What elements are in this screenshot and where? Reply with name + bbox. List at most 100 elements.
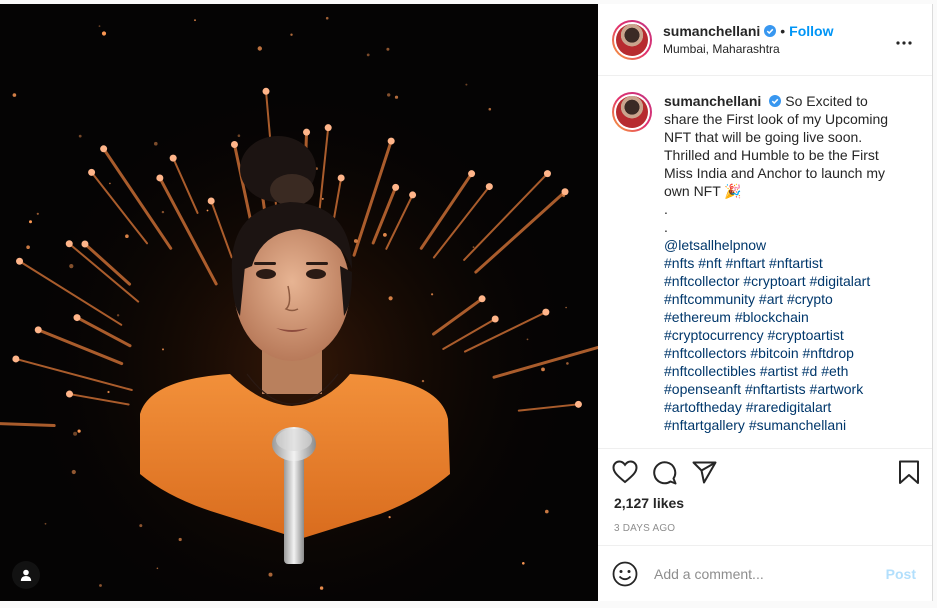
light-ray-tip [34,326,42,334]
spark [488,107,492,111]
hashtag-line[interactable]: #nftartgallery #sumanchellani [664,416,904,434]
light-ray-tip [73,314,81,322]
more-options-icon [896,41,912,45]
share-button[interactable] [692,452,732,492]
spark [71,469,76,475]
caption-dot: . [664,201,668,217]
instagram-post-modal: sumanchellani • Follow Mumbai, Maharasht… [0,0,937,608]
tagged-user-button[interactable] [12,561,40,589]
spark [526,338,529,341]
spark [98,25,101,27]
hashtag-line[interactable]: #nfts #nft #nftart #nftartist [664,254,904,272]
spark [139,524,143,528]
spark [541,367,545,372]
hashtag-line[interactable]: #artoftheday #raredigitalart [664,398,904,416]
spark [353,239,358,243]
comment-button[interactable] [652,452,692,492]
spark [565,306,567,309]
spark [431,293,434,296]
hashtag-line[interactable]: #cryptocurrency #cryptoartist [664,326,904,344]
post-details-panel: sumanchellani • Follow Mumbai, Maharasht… [598,4,933,601]
light-ray-tip [156,174,164,182]
spark [101,31,107,36]
bookmark-icon [899,460,919,484]
light-ray-tip [303,128,311,136]
nft-avatar-artwork [0,4,598,601]
mention-link[interactable]: @letsallhelpnow [664,236,904,254]
spark [156,567,159,570]
light-ray-tip [230,140,238,148]
post-location[interactable]: Mumbai, Maharashtra [663,42,892,56]
hashtag-line[interactable]: #nftcollector #cryptoart #digitalart [664,272,904,290]
spark [383,233,387,237]
light-ray-tip [485,183,493,191]
light-ray-tip [324,124,332,132]
spark [319,586,324,590]
caption: sumanchellani So Excited to share the Fi… [612,92,916,448]
follow-button[interactable]: Follow [789,23,833,39]
post-comment-button[interactable]: Post [886,566,916,582]
post-header: sumanchellani • Follow Mumbai, Maharasht… [598,4,932,76]
spark [109,182,111,185]
light-ray-tip [561,188,569,196]
action-bar [598,449,932,495]
spark [237,134,241,137]
spark [465,83,468,86]
heart-icon [612,460,638,484]
spark [26,245,30,249]
spark [522,562,525,565]
author-username[interactable]: sumanchellani [663,23,760,39]
spark [321,197,324,200]
separator-dot: • [780,23,786,39]
add-comment-bar: Post [598,545,932,601]
spark [394,95,399,99]
light-ray-tip [100,145,108,153]
spark [566,362,569,365]
emoji-picker-button[interactable] [612,561,638,587]
comment-input[interactable] [654,565,886,582]
spark [161,210,165,214]
spark [125,234,129,238]
spark [388,296,393,301]
caption-dot: . [664,219,668,235]
spark [290,33,293,36]
post-date[interactable]: 3 days ago [598,523,932,534]
spark [366,53,370,57]
caption-author-avatar[interactable] [612,92,652,132]
caption-username[interactable]: sumanchellani [664,93,761,109]
spark [69,264,74,269]
likes-count[interactable]: 2,127 likes [598,495,932,511]
light-ray-tip [543,170,551,178]
hashtag-line[interactable]: #openseanft #nftartists #artwork [664,380,904,398]
hashtag-line[interactable]: #nftcommunity #art #crypto [664,290,904,308]
light-ray-tip [65,240,73,248]
author-avatar[interactable] [612,19,652,60]
spark [206,209,209,212]
light-ray-tip [387,137,395,145]
hashtag-line[interactable]: #nftcollectors #bitcoin #nftdrop [664,344,904,362]
light-ray-tip [16,257,24,265]
user-tag-icon [20,569,32,581]
spark [36,212,39,215]
spark [44,522,47,525]
light-ray-tip [491,315,499,323]
light-ray-tip [262,87,270,95]
spark [562,194,565,198]
spark [107,390,110,394]
more-options-button[interactable] [892,29,916,50]
spark [194,19,196,22]
emoji-icon [612,561,638,586]
comments-section[interactable]: sumanchellani So Excited to share the Fi… [598,76,932,449]
like-button[interactable] [612,452,652,492]
author-info: sumanchellani • Follow Mumbai, Maharasht… [663,23,892,56]
verified-badge-icon [769,95,782,107]
save-button[interactable] [890,452,920,492]
post-media[interactable] [0,4,598,601]
hashtag-line[interactable]: #ethereum #blockchain [664,308,904,326]
spark [472,246,475,249]
spark [387,93,391,97]
light-ray-tip [65,390,73,398]
light-ray-tip [574,400,582,408]
spark [257,46,262,51]
hashtag-line[interactable]: #nftcollectibles #artist #d #eth [664,362,904,380]
